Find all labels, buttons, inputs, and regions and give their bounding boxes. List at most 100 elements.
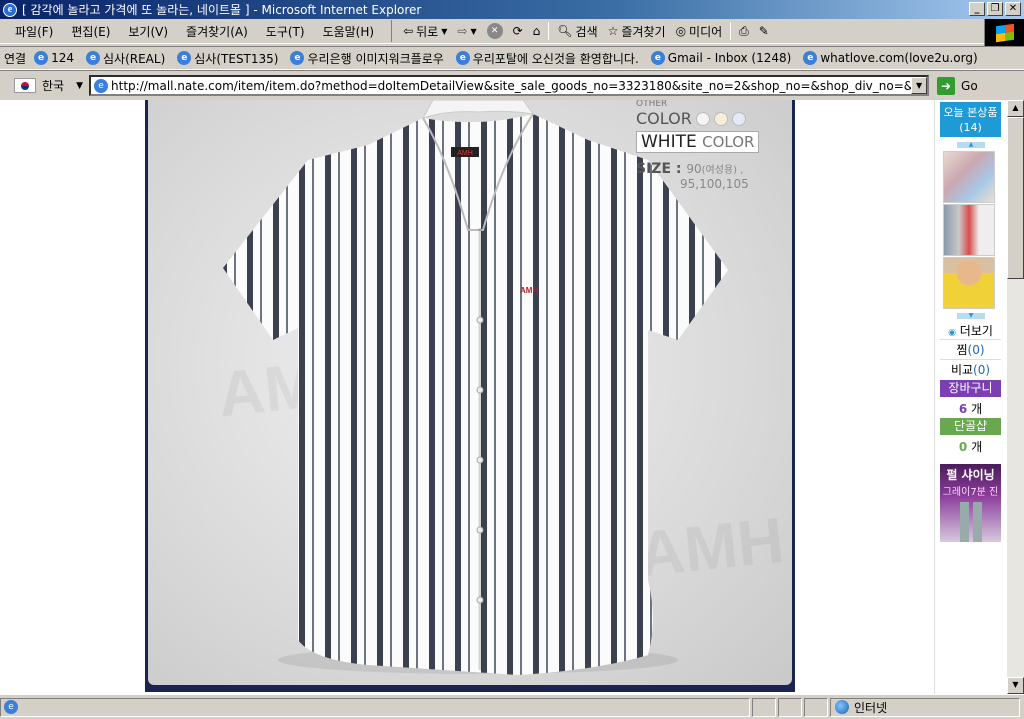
menu-item[interactable]: 편집(E): [62, 23, 119, 40]
compare-label: 비교: [950, 363, 974, 377]
menu-item[interactable]: 즐겨찾기(A): [177, 23, 257, 40]
go-arrow-icon: ➜: [937, 76, 956, 95]
back-button[interactable]: ⇦ 뒤로 ▼: [398, 23, 452, 40]
favorite-shop-button[interactable]: 단골샵: [940, 418, 1001, 435]
toolbar-separator: [548, 22, 550, 40]
links-list: e 124 e 심사(REAL) e 심사(TEST135) e 우리은행 이미지워크플로우 e…: [34, 50, 990, 67]
brand-tag-text: AMH: [457, 150, 473, 157]
size-90: 90: [686, 162, 702, 176]
promo-banner[interactable]: 펄 샤이닝 그레이7분 진: [940, 464, 1001, 542]
color-swatch-cream[interactable]: [713, 111, 728, 126]
today-viewed-header[interactable]: 오늘 본상품 (14): [940, 102, 1001, 137]
print-button[interactable]: ⎙: [734, 24, 754, 39]
status-text-panel: e: [0, 697, 750, 717]
search-label: 검색: [575, 24, 598, 39]
menu-item[interactable]: 도움말(H): [314, 23, 384, 40]
favorites-label: 즐겨찾기: [621, 24, 666, 39]
menu-item[interactable]: 도구(T): [257, 23, 314, 40]
address-input[interactable]: e http://mall.nate.com/item/item.do?meth…: [89, 75, 930, 96]
minimize-button[interactable]: _: [969, 2, 985, 16]
more-link[interactable]: ◉ 더보기: [940, 322, 1001, 339]
security-zone: 인터넷: [830, 697, 1020, 717]
search-button[interactable]: 🔍︎ 검색: [552, 23, 602, 40]
wishlist-link[interactable]: 찜(0): [940, 339, 1001, 358]
favorite-link[interactable]: e 우리포탈에 오신것을 환영합니다.: [455, 50, 639, 67]
status-panel: [804, 697, 828, 717]
title-bar: e [ 감각에 놀라고 가격에 또 놀라는, 네이트몰 ] - Microsof…: [0, 0, 1024, 19]
menu-item[interactable]: 파일(F): [6, 23, 62, 40]
media-icon: ◎: [675, 24, 687, 38]
back-arrow-icon: ⇦: [403, 24, 414, 38]
restore-button[interactable]: ❐: [987, 2, 1003, 16]
language-dropdown-icon[interactable]: ▼: [76, 81, 83, 91]
product-image-frame: AMH AMH AMH AMH OTHER COLOR WHITE COLOR …: [145, 100, 795, 692]
color-label: COLOR: [636, 109, 692, 128]
scroll-down-button[interactable]: ▼: [1007, 677, 1024, 694]
favorite-shop-unit: 개: [971, 440, 983, 454]
go-button[interactable]: ➜ Go: [937, 76, 978, 95]
close-button[interactable]: ✕: [1005, 2, 1021, 16]
search-icon: 🔍︎: [557, 24, 573, 38]
favorites-button[interactable]: ☆ 즐겨찾기: [603, 23, 671, 40]
menu-item[interactable]: 보기(V): [119, 23, 177, 40]
window-controls: _ ❐ ✕: [969, 2, 1021, 16]
language-selector[interactable]: 한국: [42, 77, 64, 94]
vertical-scrollbar[interactable]: ▲ ▼: [1007, 100, 1024, 694]
stop-icon: ✕: [486, 23, 503, 39]
size-label: SIZE :: [636, 161, 682, 177]
menu: 파일(F) 편집(E) 보기(V) 즐겨찾기(A) 도구(T) 도움말(H): [0, 23, 383, 40]
toolbar-separator: [730, 22, 732, 40]
viewed-item-thumbnail[interactable]: [943, 257, 995, 309]
compare-count: (0): [973, 363, 991, 377]
more-icon: ◉: [948, 328, 956, 338]
scroll-up-icon[interactable]: ▲: [957, 142, 985, 148]
favorite-link[interactable]: e whatlove.com(love2u.org): [803, 50, 978, 67]
refresh-button[interactable]: ⟳: [508, 24, 528, 38]
page-icon: e: [94, 78, 109, 93]
standard-toolbar: ⇦ 뒤로 ▼ ⇨ ▼ ✕ ⟳ ⌂ 🔍︎ 검색 ☆ 즐겨찾기 ◎ 미디어 ⎙ ✎: [391, 20, 774, 42]
favorite-link-label: 우리은행 이미지워크플로우: [307, 51, 444, 66]
quick-sidebar: 오늘 본상품 (14) ▲ ▼ ◉ 더보기 찜(0) 비교(0) 장바구니 6 …: [934, 100, 1007, 694]
favorite-link-label: 124: [51, 51, 74, 65]
edit-icon: ✎: [758, 24, 769, 38]
product-image: AMH AMH AMH AMH OTHER COLOR WHITE COLOR …: [148, 100, 792, 685]
favorite-link[interactable]: e 심사(TEST135): [177, 50, 278, 67]
page-status-icon: e: [4, 700, 18, 714]
favorite-link[interactable]: e Gmail - Inbox (1248): [650, 50, 791, 67]
viewed-item-thumbnail[interactable]: [943, 151, 995, 203]
compare-link[interactable]: 비교(0): [940, 359, 1001, 378]
color-row: COLOR: [636, 109, 759, 128]
cart-count-value: 6: [958, 402, 968, 416]
favorite-link[interactable]: e 우리은행 이미지워크플로우: [290, 50, 444, 67]
scrollbar-thumb[interactable]: [1007, 117, 1024, 279]
media-button[interactable]: ◎ 미디어: [671, 23, 728, 40]
promo-banner-subtitle: 그레이7분 진: [942, 487, 999, 498]
color-swatch-white[interactable]: [695, 111, 710, 126]
menu-bar: 파일(F) 편집(E) 보기(V) 즐겨찾기(A) 도구(T) 도움말(H) ⇦ 뒤로 ▼…: [0, 19, 1024, 44]
address-dropdown-icon[interactable]: ▼: [911, 77, 928, 94]
stop-button[interactable]: ✕: [482, 23, 508, 39]
selected-color-suffix: COLOR: [702, 133, 755, 151]
media-label: 미디어: [689, 24, 723, 39]
links-label: 연결: [4, 51, 27, 66]
edit-button[interactable]: ✎: [754, 24, 774, 38]
ie-page-icon: e: [86, 51, 100, 65]
back-label: 뒤로: [416, 24, 439, 39]
forward-dropdown-icon: ▼: [470, 26, 477, 36]
address-url: http://mall.nate.com/item/item.do?method…: [111, 78, 912, 93]
print-icon: ⎙: [739, 23, 749, 38]
scroll-down-icon[interactable]: ▼: [957, 313, 985, 319]
scroll-up-button[interactable]: ▲: [1007, 100, 1024, 117]
forward-button[interactable]: ⇨ ▼: [452, 24, 481, 38]
favorite-link[interactable]: e 124: [34, 50, 74, 67]
cart-unit: 개: [971, 402, 983, 416]
color-swatch-lavender[interactable]: [731, 111, 746, 126]
cart-button[interactable]: 장바구니: [940, 380, 1001, 397]
home-button[interactable]: ⌂: [528, 24, 546, 38]
ie-page-icon: e: [177, 51, 192, 65]
favorite-link[interactable]: e 심사(REAL): [86, 50, 165, 67]
viewed-item-thumbnail[interactable]: [943, 204, 995, 256]
promo-banner-title: 펄 샤이닝: [946, 468, 995, 482]
favorite-link-label: 우리포탈에 오신것을 환영합니다.: [472, 51, 639, 66]
home-icon: ⌂: [532, 24, 541, 38]
